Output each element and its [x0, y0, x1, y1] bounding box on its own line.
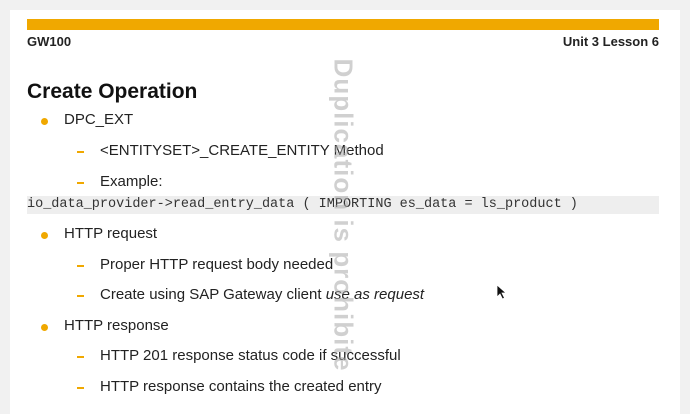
bullet-item-http-response: HTTP response [64, 317, 169, 334]
gateway-client-italic: use as request [325, 286, 425, 303]
sub-item-request-body: Proper HTTP request body needed [100, 256, 334, 273]
accent-bar [27, 19, 659, 30]
dash-icon [77, 356, 84, 358]
bullet-icon [41, 324, 48, 331]
watermark: Duplication is prohibite [328, 58, 359, 372]
dash-icon [77, 182, 84, 184]
sub-item-gateway-client: Create using SAP Gateway client use as r… [100, 286, 424, 303]
sub-item-example: Example: [100, 173, 163, 190]
sub-item-created-entry: HTTP response contains the created entry [100, 378, 382, 395]
sub-item-status-201: HTTP 201 response status code if success… [100, 347, 401, 364]
bullet-icon [41, 118, 48, 125]
gateway-client-text: Create using SAP Gateway client [100, 286, 326, 303]
sub-item-create-entity-method: <ENTITYSET>_CREATE_ENTITY Method [100, 142, 384, 159]
dash-icon [77, 265, 84, 267]
unit-label: Unit 3 Lesson 6 [562, 34, 659, 49]
bullet-item-dpc-ext: DPC_EXT [64, 111, 134, 128]
mouse-pointer-icon [496, 284, 508, 300]
slide: GW100 Unit 3 Lesson 6 Create Operation D… [10, 10, 680, 414]
slide-title: Create Operation [27, 80, 198, 103]
bullet-icon [41, 232, 48, 239]
bullet-item-http-request: HTTP request [64, 225, 158, 242]
course-code: GW100 [27, 34, 72, 49]
dash-icon [77, 151, 84, 153]
dash-icon [77, 387, 84, 389]
dash-icon [77, 295, 84, 297]
code-snippet: io_data_provider->read_entry_data ( IMPO… [27, 196, 659, 214]
